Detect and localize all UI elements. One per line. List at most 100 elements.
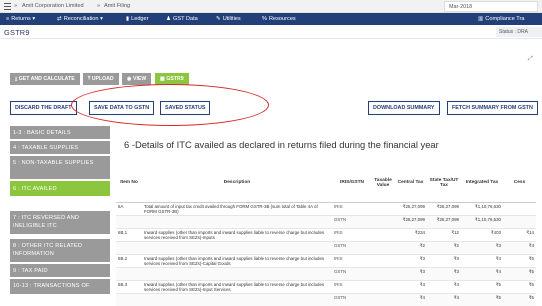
book-icon: ▮ (126, 16, 130, 22)
nav-reconciliation[interactable]: ⇄ Reconciliation ▾ (57, 16, 103, 22)
discard-draft-button[interactable]: DISCARD THE DRAFT (10, 101, 77, 115)
taxable-value-cell (372, 215, 394, 229)
cess-cell[interactable]: ₹5 (503, 254, 536, 268)
sidebar: 1-3 : BASIC DETAILS 4 : TAXABLE SUPPLIES… (10, 126, 110, 306)
state-tax-cell[interactable]: ₹3 (427, 254, 461, 268)
nav-returns[interactable]: ≡ Returns ▾ (6, 16, 35, 22)
column-header: State Tax/UT Tax (427, 164, 461, 203)
table-row: GSTN ₹3 ₹3 ₹4 ₹5 (116, 267, 536, 281)
taxable-value-cell[interactable] (372, 228, 394, 242)
sidebar-item-transactions[interactable]: 10-13 : TRANSACTIONS OF (10, 279, 110, 294)
taxable-value-cell (372, 241, 394, 255)
nav-utilities[interactable]: ✎ Utilities (216, 16, 241, 22)
upload-icon: ⤒ (88, 76, 91, 82)
chevron-down-icon: ▾ (32, 16, 36, 22)
integrated-tax-cell[interactable]: ₹403 (461, 228, 503, 242)
nav-compliance[interactable]: ▥ Compliance Tra (478, 16, 524, 22)
cess-cell: ₹5 (503, 293, 536, 306)
central-tax-cell: ₹2 (394, 241, 427, 255)
column-header: IRIS/GSTN (332, 164, 372, 203)
get-and-calculate-button[interactable]: ⤓ GET AND CALCULATE (10, 73, 80, 85)
breadcrumb-filing[interactable]: Amit Filing (104, 3, 130, 9)
breadcrumb: » Amit Corporation Limited » Amit Filing… (0, 0, 542, 13)
column-header: Taxable Value (372, 164, 394, 203)
nav-gst-data[interactable]: ♟ GST Data (166, 16, 198, 22)
description-cell: Total amount of input tax credit availed… (142, 202, 332, 216)
description-cell: Inward supplies (other than imports and … (142, 280, 332, 294)
taxable-value-cell[interactable] (372, 202, 394, 216)
central-tax-cell[interactable]: ₹25,27,099 (394, 202, 427, 216)
central-tax-cell: ₹25,27,099 (394, 215, 427, 229)
cess-cell[interactable] (503, 202, 536, 216)
item-no-cell (116, 215, 142, 229)
view-button[interactable]: ◉ VIEW (122, 73, 152, 85)
nav-ledger[interactable]: ▮ Ledger (126, 16, 149, 22)
breadcrumb-separator: » (97, 3, 101, 9)
nav-resources[interactable]: % Resources (262, 16, 296, 22)
integrated-tax-cell[interactable]: ₹1,10,76,630 (461, 202, 503, 216)
central-tax-cell[interactable]: ₹234 (394, 228, 427, 242)
chevron-down-icon: ▾ (100, 16, 103, 22)
table-row: 6B.3 Inward supplies (other than imports… (116, 280, 536, 294)
percent-icon: % (262, 16, 267, 22)
returns-icon: ≡ (6, 16, 10, 22)
table-row: GSTN ₹2 ₹2 ₹3 ₹4 (116, 241, 536, 255)
sidebar-item-itc-availed[interactable]: 6 : ITC AVAILED (10, 181, 110, 196)
table-row: 6B.1 Inward supplies (other than imports… (116, 228, 536, 242)
sidebar-item-basic-details[interactable]: 1-3 : BASIC DETAILS (10, 126, 110, 139)
item-no-cell: 6B.3 (116, 280, 142, 294)
source-cell: IRIS (332, 254, 372, 268)
state-tax-cell[interactable]: ₹25,27,099 (427, 202, 461, 216)
sidebar-item-taxable-supplies[interactable]: 4 : TAXABLE SUPPLIES (10, 141, 110, 154)
source-cell: IRIS (332, 228, 372, 242)
state-tax-cell: ₹2 (427, 241, 461, 255)
page-title: GSTR9 (4, 28, 30, 37)
status-badge: Status : DRA (496, 27, 542, 37)
fetch-summary-button[interactable]: FETCH SUMMARY FROM GSTN (447, 101, 538, 115)
reconcile-icon: ⇄ (57, 16, 62, 22)
central-tax-cell[interactable]: ₹4 (394, 280, 427, 294)
taxable-value-cell (372, 267, 394, 281)
item-no-cell: 6A (116, 202, 142, 216)
breadcrumb-company[interactable]: Amit Corporation Limited (22, 3, 84, 9)
upload-button[interactable]: ⤒ UPLOAD (83, 73, 119, 85)
central-tax-cell[interactable]: ₹3 (394, 254, 427, 268)
chart-icon: ▥ (478, 16, 484, 22)
source-cell: GSTN (332, 293, 372, 306)
annotation-ellipse (71, 84, 269, 126)
state-tax-cell: ₹4 (427, 293, 461, 306)
download-icon: ⤓ (15, 76, 18, 82)
menu-icon[interactable] (4, 3, 11, 10)
sidebar-item-other-itc[interactable]: 8 : OTHER ITC RELATED INFORMATION (10, 239, 110, 262)
cess-cell[interactable]: ₹5 (503, 280, 536, 294)
item-no-cell (116, 241, 142, 255)
description-cell (142, 293, 332, 306)
cess-cell[interactable]: ₹14 (503, 228, 536, 242)
source-cell: GSTN (332, 215, 372, 229)
wrench-icon: ✎ (216, 16, 221, 22)
expand-icon[interactable]: ⤢ (528, 56, 533, 63)
state-tax-cell[interactable]: ₹4 (427, 280, 461, 294)
cess-cell: ₹4 (503, 241, 536, 255)
taxable-value-cell[interactable] (372, 280, 394, 294)
breadcrumb-separator: » (14, 3, 18, 9)
table-row: GSTN ₹4 ₹4 ₹5 ₹5 (116, 293, 536, 306)
integrated-tax-cell[interactable]: ₹4 (461, 254, 503, 268)
column-header: Central Tax (394, 164, 427, 203)
sidebar-item-tax-paid[interactable]: 9 : TAX PAID (10, 264, 110, 277)
sidebar-item-non-taxable-supplies[interactable]: 5 : NON-TAXABLE SUPPLIES (10, 156, 110, 179)
column-header: Item No (116, 164, 142, 203)
central-tax-cell: ₹4 (394, 293, 427, 306)
table-row: 6A Total amount of input tax credit avai… (116, 202, 536, 216)
state-tax-cell: ₹25,27,099 (427, 215, 461, 229)
sidebar-item-itc-reversed[interactable]: 7 : ITC REVERSED AND INELIGIBLE ITC (10, 211, 110, 234)
table-row: 6B.2 Inward supplies (other than imports… (116, 254, 536, 268)
download-summary-button[interactable]: DOWNLOAD SUMMARY (368, 101, 440, 115)
period-selector[interactable]: Mar-2018 (444, 1, 538, 12)
taxable-value-cell[interactable] (372, 254, 394, 268)
integrated-tax-cell[interactable]: ₹5 (461, 280, 503, 294)
source-cell: GSTN (332, 267, 372, 281)
page-header: GSTR9 Status : DRA (0, 25, 542, 39)
user-icon: ♟ (166, 16, 172, 22)
state-tax-cell[interactable]: ₹12 (427, 228, 461, 242)
